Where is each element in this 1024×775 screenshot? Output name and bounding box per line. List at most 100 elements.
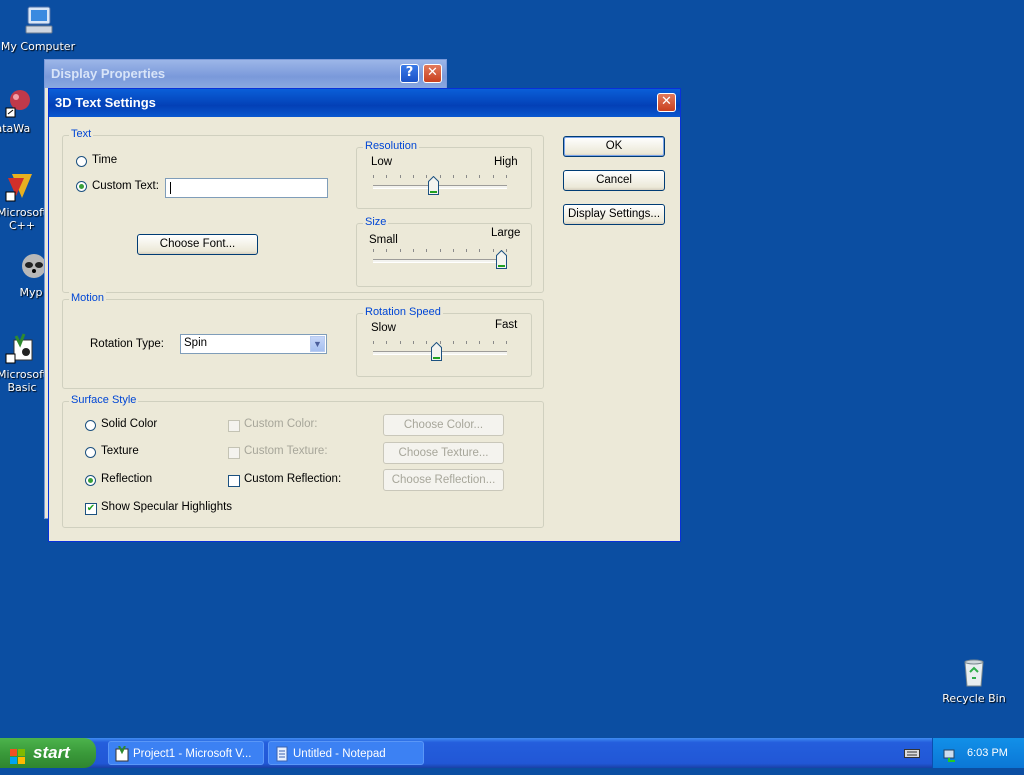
close-button[interactable]: ✕ <box>423 64 442 83</box>
visual-basic-icon <box>4 332 36 364</box>
slider-tick <box>386 175 387 178</box>
slider-tick <box>506 175 507 178</box>
show-specular-label: Show Specular Highlights <box>101 501 233 513</box>
slider-tick <box>506 341 507 344</box>
slider-tick <box>466 341 467 344</box>
size-slider[interactable] <box>373 246 507 272</box>
slider-tick <box>493 249 494 252</box>
desktop-icon-recycle-bin[interactable]: Recycle Bin <box>934 656 1014 705</box>
slider-tick <box>400 249 401 252</box>
resolution-slider[interactable] <box>373 172 507 198</box>
choose-texture-button[interactable]: Choose Texture... <box>383 442 504 464</box>
slider-track[interactable] <box>373 259 507 263</box>
slider-tick <box>440 175 441 178</box>
group-label: Surface Style <box>69 394 139 406</box>
solid-color-label: Solid Color <box>101 418 158 430</box>
desktop-icon-label: Microsoft C++ <box>0 206 48 232</box>
show-specular-checkbox[interactable]: ✔ <box>85 503 97 515</box>
cancel-button[interactable]: Cancel <box>563 170 665 191</box>
dialog-close-button[interactable]: ✕ <box>657 93 676 112</box>
custom-text-label: Custom Text: <box>92 180 159 192</box>
custom-texture-checkbox[interactable] <box>228 447 240 459</box>
motion-group: Motion Rotation Type: Spin ▼ Rotation Sp… <box>62 292 544 389</box>
slider-tick <box>426 249 427 252</box>
custom-color-label: Custom Color: <box>244 418 318 430</box>
choose-color-button[interactable]: Choose Color... <box>383 414 504 436</box>
desktop-icon-label: My Computer <box>0 40 76 53</box>
windows-logo-icon <box>10 745 26 764</box>
slider-tick <box>426 175 427 178</box>
task-label: Untitled - Notepad <box>293 748 386 760</box>
system-tray: 6:03 PM <box>932 738 1024 768</box>
solid-color-radio[interactable] <box>85 420 96 431</box>
custom-text-input[interactable] <box>165 178 328 198</box>
rotation-type-select[interactable]: Spin ▼ <box>180 334 327 354</box>
task-notepad[interactable]: Untitled - Notepad <box>268 741 424 765</box>
start-label: start <box>33 743 70 762</box>
custom-texture-label: Custom Texture: <box>244 445 328 457</box>
reflection-radio[interactable] <box>85 475 96 486</box>
display-settings-button[interactable]: Display Settings... <box>563 204 665 225</box>
taskbar: start Project1 - Microsoft V... Untitled… <box>0 738 1024 768</box>
choose-font-button[interactable]: Choose Font... <box>137 234 258 255</box>
rotation-speed-group: Rotation Speed Slow Fast <box>356 306 532 377</box>
slider-tick <box>386 249 387 252</box>
group-label: Rotation Speed <box>363 306 443 318</box>
texture-radio[interactable] <box>85 447 96 458</box>
texture-label: Texture <box>101 445 139 457</box>
slider-tick <box>493 341 494 344</box>
chevron-down-icon[interactable]: ▼ <box>310 336 325 352</box>
network-icon[interactable] <box>943 745 959 775</box>
group-label: Size <box>363 216 389 228</box>
group-label: Motion <box>69 292 107 304</box>
choose-reflection-button[interactable]: Choose Reflection... <box>383 469 504 491</box>
ok-button[interactable]: OK <box>563 136 665 157</box>
3d-text-settings-dialog: 3D Text Settings ✕ Text Time Custom Text… <box>48 88 681 542</box>
slider-tick <box>479 249 480 252</box>
rotation-speed-slider[interactable] <box>373 338 507 364</box>
task-label: Project1 - Microsoft V... <box>133 748 252 760</box>
slider-tick <box>400 341 401 344</box>
custom-reflection-label: Custom Reflection: <box>244 473 342 485</box>
help-button[interactable]: ? <box>400 64 419 83</box>
slider-tick <box>373 175 374 178</box>
slider-thumb[interactable] <box>431 341 442 361</box>
keyboard-icon[interactable] <box>904 747 920 759</box>
window-title: Display Properties <box>51 66 166 81</box>
text-group: Text Time Custom Text: Choose Font... Re… <box>62 128 544 293</box>
desktop-icon-label: Microsoft Basic <box>0 368 48 394</box>
slider-tick <box>426 341 427 344</box>
slider-thumb[interactable] <box>428 175 439 195</box>
text-caret <box>170 182 171 194</box>
rotation-speed-fast-label: Fast <box>495 319 518 331</box>
slider-thumb[interactable] <box>496 249 507 269</box>
slider-tick <box>479 341 480 344</box>
time-label: Time <box>92 154 118 166</box>
group-label: Resolution <box>363 140 419 152</box>
slider-tick <box>400 175 401 178</box>
slider-tick <box>386 341 387 344</box>
slider-tick <box>453 175 454 178</box>
custom-reflection-checkbox[interactable] <box>228 475 240 487</box>
size-small-label: Small <box>369 234 398 246</box>
resolution-group: Resolution Low High <box>356 140 532 209</box>
clock[interactable]: 6:03 PM <box>967 738 1008 768</box>
display-properties-titlebar[interactable]: Display Properties <box>45 60 446 88</box>
custom-color-checkbox[interactable] <box>228 420 240 432</box>
size-group: Size Small Large <box>356 216 532 287</box>
time-radio[interactable] <box>76 156 87 167</box>
desktop-icon-my-computer[interactable]: My Computer <box>0 4 78 53</box>
slider-track[interactable] <box>373 185 507 189</box>
slider-tick <box>466 175 467 178</box>
group-label: Text <box>69 128 94 140</box>
vb-app-icon <box>115 745 129 764</box>
dialog-title: 3D Text Settings <box>55 95 156 110</box>
dialog-titlebar[interactable]: 3D Text Settings <box>49 89 680 117</box>
slider-tick <box>413 249 414 252</box>
start-button[interactable]: start <box>0 738 96 768</box>
resolution-high-label: High <box>494 156 518 168</box>
datawa-icon <box>4 86 36 118</box>
task-project1[interactable]: Project1 - Microsoft V... <box>108 741 264 765</box>
custom-text-radio[interactable] <box>76 181 87 192</box>
computer-icon <box>22 4 54 36</box>
